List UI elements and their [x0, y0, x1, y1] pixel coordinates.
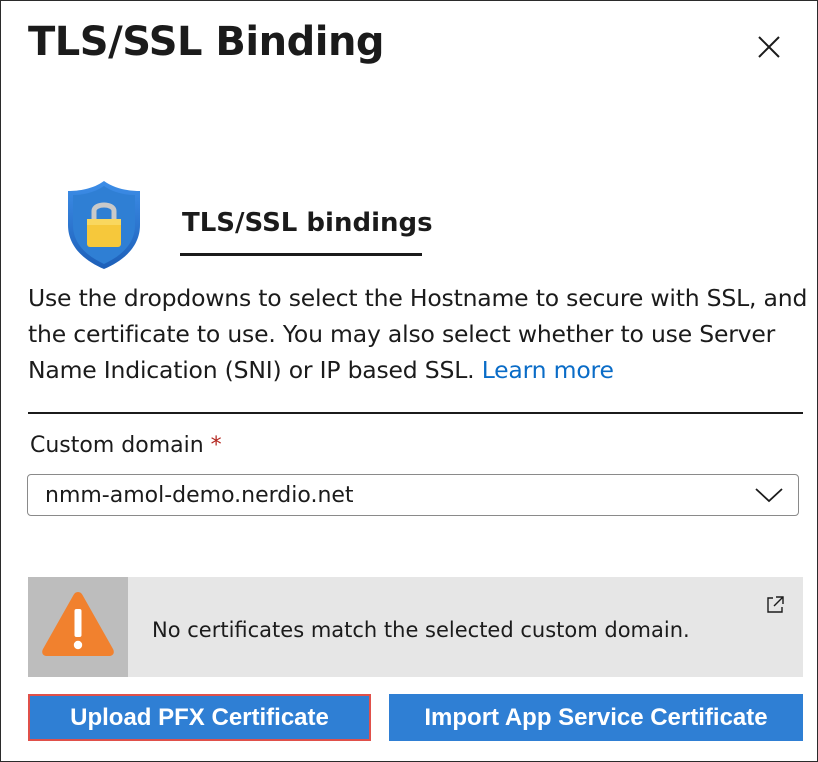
- custom-domain-dropdown[interactable]: nmm-amol-demo.nerdio.net: [27, 474, 799, 516]
- tab-active-indicator: [180, 253, 422, 256]
- description: Use the dropdowns to select the Hostname…: [28, 280, 808, 388]
- panel-title: TLS/SSL Binding: [28, 19, 385, 65]
- required-marker: *: [210, 433, 222, 458]
- custom-domain-label: Custom domain *: [30, 433, 222, 458]
- chevron-down-icon: [755, 488, 783, 503]
- upload-pfx-certificate-button[interactable]: Upload PFX Certificate: [28, 694, 371, 741]
- learn-more-link[interactable]: Learn more: [482, 356, 614, 384]
- external-link-icon[interactable]: [765, 595, 785, 615]
- warning-icon: [42, 592, 114, 656]
- warning-icon-strip: [28, 577, 128, 677]
- custom-domain-label-text: Custom domain: [30, 433, 204, 458]
- section-divider: [28, 412, 803, 414]
- tab-tls-ssl-bindings[interactable]: TLS/SSL bindings: [182, 208, 433, 238]
- tls-ssl-binding-panel: TLS/SSL Binding TLS/SSL bindings Use the…: [0, 0, 818, 762]
- description-text: Use the dropdowns to select the Hostname…: [28, 284, 808, 384]
- custom-domain-value: nmm-amol-demo.nerdio.net: [45, 483, 354, 508]
- no-certificates-warning: No certificates match the selected custo…: [28, 577, 803, 677]
- shield-lock-icon: [68, 181, 140, 269]
- warning-message: No certificates match the selected custo…: [152, 618, 690, 642]
- import-app-service-certificate-button[interactable]: Import App Service Certificate: [389, 694, 803, 741]
- close-icon[interactable]: [753, 31, 785, 63]
